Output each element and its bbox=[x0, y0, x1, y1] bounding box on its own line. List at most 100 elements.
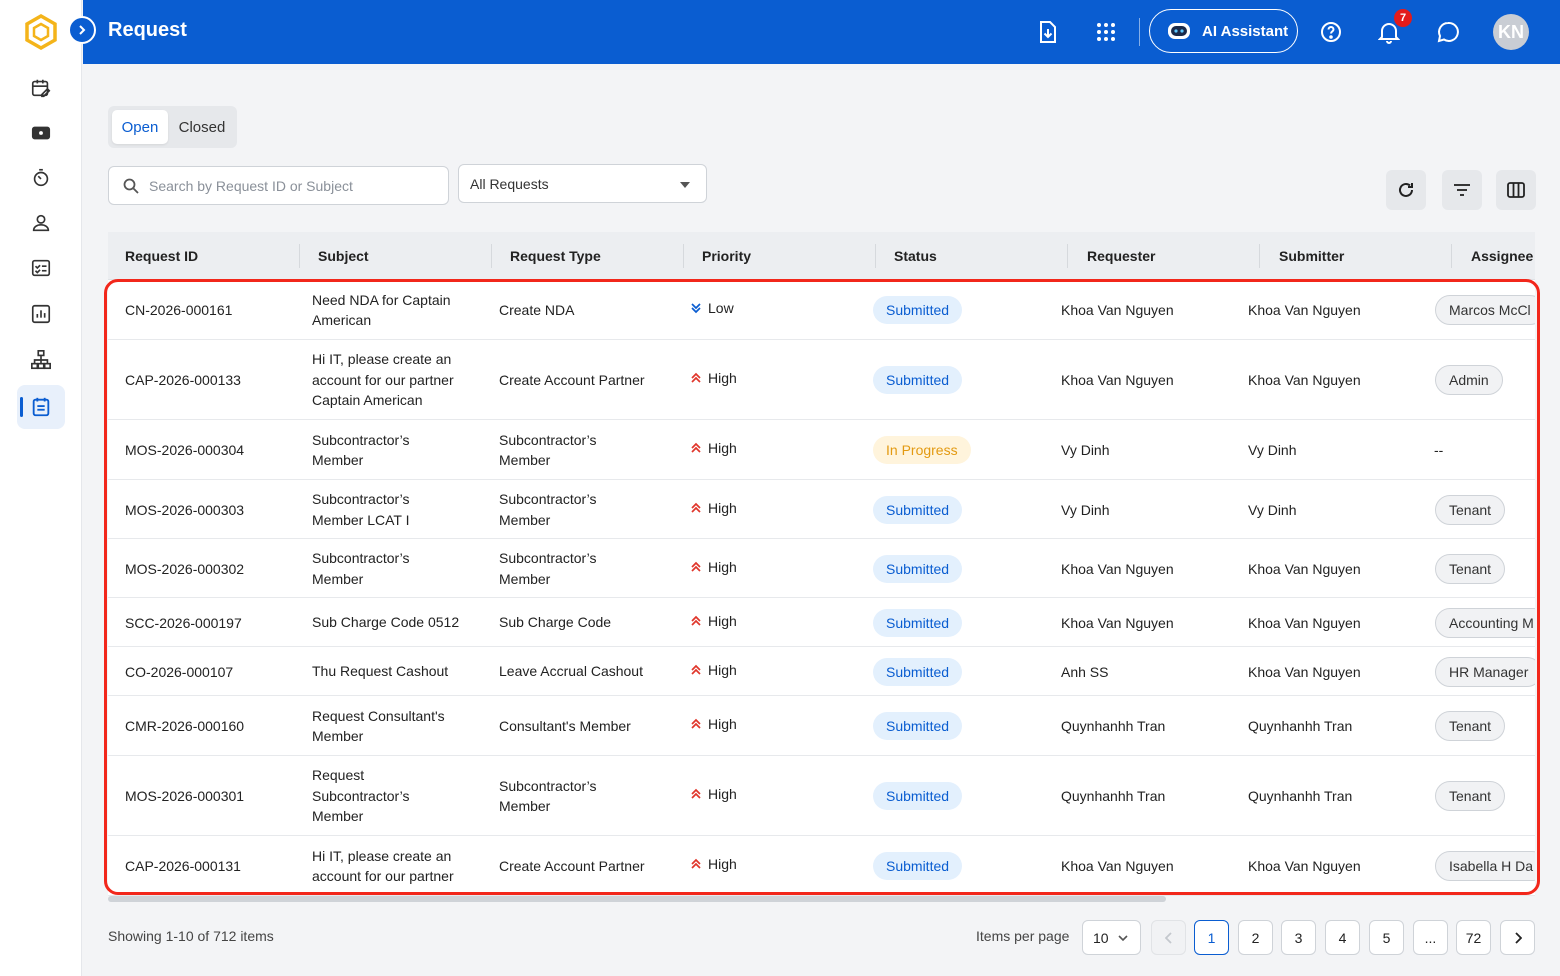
page-button-last[interactable]: 72 bbox=[1456, 920, 1491, 955]
request-id-cell[interactable]: CAP-2026-000133 bbox=[125, 370, 241, 391]
column-separator[interactable] bbox=[1259, 244, 1260, 268]
assignee-chip[interactable]: Tenant bbox=[1435, 494, 1506, 525]
refresh-button[interactable] bbox=[1386, 170, 1426, 210]
priority-label: High bbox=[708, 786, 737, 802]
page-button-5[interactable]: 5 bbox=[1369, 920, 1404, 955]
apps-button[interactable] bbox=[1090, 16, 1122, 48]
column-header-requester[interactable]: Requester bbox=[1087, 248, 1155, 264]
request-type-cell: Subcontractor’s Member bbox=[499, 548, 674, 589]
column-separator[interactable] bbox=[491, 244, 492, 268]
request-id-cell[interactable]: SCC-2026-000197 bbox=[125, 613, 242, 634]
request-id-cell[interactable]: MOS-2026-000302 bbox=[125, 559, 244, 580]
column-header-assignee[interactable]: Assignee bbox=[1471, 248, 1533, 264]
help-button[interactable] bbox=[1315, 16, 1347, 48]
sidebar-item-requests[interactable] bbox=[17, 385, 65, 429]
subject-cell: Request Consultant's Member bbox=[312, 706, 487, 747]
column-header-request-id[interactable]: Request ID bbox=[125, 248, 198, 264]
ai-assistant-button[interactable]: AI Assistant bbox=[1149, 9, 1298, 53]
table-row[interactable]: CAP-2026-000133 Hi IT, please create an ac… bbox=[108, 340, 1535, 420]
request-id-cell[interactable]: CO-2026-000107 bbox=[125, 662, 233, 683]
sidebar-expand-button[interactable] bbox=[68, 16, 96, 44]
request-id-cell[interactable]: MOS-2026-000301 bbox=[125, 786, 244, 807]
tab-closed[interactable]: Closed bbox=[172, 110, 232, 144]
status-badge: Submitted bbox=[873, 296, 963, 324]
requester-cell: Quynhanhh Tran bbox=[1061, 788, 1166, 804]
request-type-cell-line: Create NDA bbox=[499, 301, 575, 318]
priority-cell: Low bbox=[690, 300, 734, 316]
sidebar-item-checklist[interactable] bbox=[17, 246, 65, 290]
page-button-4[interactable]: 4 bbox=[1325, 920, 1360, 955]
search-icon bbox=[123, 178, 139, 194]
table-row[interactable]: CMR-2026-000160 Request Consultant's Membe… bbox=[108, 696, 1535, 756]
priority-cell: High bbox=[690, 370, 737, 386]
table-row[interactable]: MOS-2026-000303 Subcontractor’s Member LCA… bbox=[108, 480, 1535, 539]
page-button-2[interactable]: 2 bbox=[1238, 920, 1273, 955]
sidebar-item-calendar[interactable] bbox=[17, 66, 65, 110]
table-row[interactable]: MOS-2026-000301 Request Subcontractor’s Mem… bbox=[108, 756, 1535, 836]
user-avatar[interactable]: KN bbox=[1493, 14, 1529, 50]
table-row[interactable]: CO-2026-000107 Thu Request Cashout Leave A… bbox=[108, 647, 1535, 696]
horizontal-scrollbar[interactable] bbox=[108, 896, 1166, 902]
assignee-chip[interactable]: Marcos McCl bbox=[1435, 295, 1535, 325]
request-id-cell[interactable]: CAP-2026-000131 bbox=[125, 856, 241, 877]
assignee-chip[interactable]: Accounting M bbox=[1435, 607, 1535, 638]
priority-label: High bbox=[708, 716, 737, 732]
status-badge: Submitted bbox=[873, 554, 963, 583]
subject-cell: Sub Charge Code 0512 bbox=[312, 612, 487, 633]
chat-button[interactable] bbox=[1432, 16, 1464, 48]
assignee-chip[interactable]: Tenant bbox=[1435, 781, 1506, 811]
table-row[interactable]: SCC-2026-000197 Sub Charge Code 0512 Sub C… bbox=[108, 598, 1535, 647]
assignee-chip[interactable]: Admin bbox=[1435, 365, 1503, 395]
request-id-cell[interactable]: CN-2026-000161 bbox=[125, 300, 232, 321]
column-separator[interactable] bbox=[875, 244, 876, 268]
search-input[interactable] bbox=[149, 177, 429, 194]
requester-cell: Khoa Van Nguyen bbox=[1061, 614, 1174, 631]
submitter-cell: Vy Dinh bbox=[1248, 501, 1297, 518]
table-row[interactable]: CAP-2026-000131 Hi IT, please create an ac… bbox=[108, 836, 1535, 896]
assignee-chip[interactable]: HR Manager bbox=[1435, 656, 1535, 687]
column-header-status[interactable]: Status bbox=[894, 248, 937, 264]
request-type-cell-line: Subcontractor’s bbox=[499, 777, 597, 794]
table-row[interactable]: CN-2026-000161 Need NDA for Captain Americ… bbox=[108, 280, 1535, 340]
page-ellipsis-button[interactable]: ... bbox=[1413, 920, 1448, 955]
filter-button[interactable] bbox=[1442, 170, 1482, 210]
request-id-cell[interactable]: MOS-2026-000303 bbox=[125, 500, 244, 521]
download-file-icon bbox=[1040, 21, 1056, 43]
column-header-request-type[interactable]: Request Type bbox=[510, 248, 601, 264]
sidebar-item-money[interactable] bbox=[17, 111, 65, 155]
sidebar-item-user[interactable] bbox=[17, 201, 65, 245]
request-filter-select[interactable]: All Requests bbox=[458, 164, 707, 203]
table-header: Request ID Subject Request Type Priority… bbox=[108, 232, 1535, 280]
sidebar-item-reports[interactable] bbox=[17, 292, 65, 336]
request-type-cell-line: Member bbox=[499, 511, 551, 528]
request-type-cell-line: Subcontractor’s bbox=[499, 550, 597, 566]
column-header-submitter[interactable]: Submitter bbox=[1279, 248, 1344, 264]
sidebar-item-timer[interactable] bbox=[17, 156, 65, 200]
column-header-subject[interactable]: Subject bbox=[318, 248, 369, 264]
download-button[interactable] bbox=[1032, 16, 1064, 48]
table-row[interactable]: MOS-2026-000304 Subcontractor’s Member Subc… bbox=[108, 420, 1535, 480]
assignee-chip[interactable]: Tenant bbox=[1435, 711, 1506, 741]
column-header-priority[interactable]: Priority bbox=[702, 248, 751, 264]
prev-page-button[interactable] bbox=[1151, 920, 1186, 955]
table-row[interactable]: MOS-2026-000302 Subcontractor’s Member Subc… bbox=[108, 539, 1535, 598]
subject-cell-line: Member bbox=[312, 728, 364, 744]
column-separator[interactable] bbox=[299, 244, 300, 268]
assignee-chip[interactable]: Isabella H Da bbox=[1435, 851, 1535, 881]
priority-cell: High bbox=[690, 559, 737, 575]
columns-button[interactable] bbox=[1496, 170, 1536, 210]
column-separator[interactable] bbox=[1451, 244, 1452, 268]
tab-open[interactable]: Open bbox=[112, 110, 168, 144]
app-logo-icon[interactable] bbox=[24, 13, 58, 51]
items-per-page-select[interactable]: 10 bbox=[1082, 920, 1141, 955]
page-button-3[interactable]: 3 bbox=[1281, 920, 1316, 955]
column-separator[interactable] bbox=[683, 244, 684, 268]
subject-cell: Subcontractor’s Member bbox=[312, 430, 487, 471]
next-page-button[interactable] bbox=[1500, 920, 1535, 955]
page-button-1[interactable]: 1 bbox=[1194, 920, 1229, 955]
request-id-cell[interactable]: CMR-2026-000160 bbox=[125, 716, 244, 737]
sidebar-item-org[interactable] bbox=[17, 338, 65, 382]
column-separator[interactable] bbox=[1067, 244, 1068, 268]
assignee-chip[interactable]: Tenant bbox=[1435, 553, 1506, 584]
request-id-cell[interactable]: MOS-2026-000304 bbox=[125, 440, 244, 461]
